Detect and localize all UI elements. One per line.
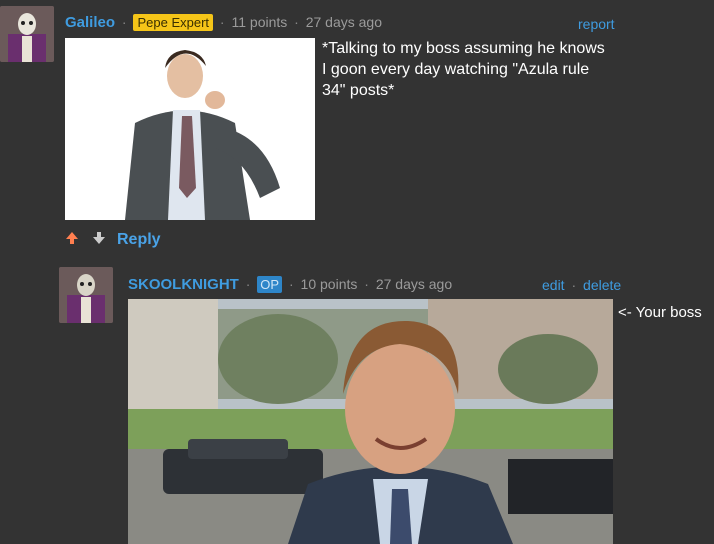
campus-photo — [128, 299, 613, 544]
separator: · — [121, 14, 127, 30]
upvote-arrow-icon[interactable] — [65, 231, 79, 250]
timestamp: 27 days ago — [305, 14, 383, 30]
edit-link[interactable]: edit — [542, 277, 565, 293]
delete-link[interactable]: delete — [583, 277, 621, 293]
flair-badge: Pepe Expert — [133, 14, 214, 31]
separator: · — [364, 276, 369, 292]
points-count: 11 points — [231, 14, 288, 30]
separator: · — [245, 276, 251, 292]
comment1-image[interactable] — [65, 38, 315, 220]
downvote-arrow-icon[interactable] — [92, 231, 106, 250]
timestamp: 27 days ago — [375, 276, 453, 292]
username-galileo[interactable]: Galileo — [65, 14, 115, 31]
comment2-meta: SKOOLKNIGHT · OP · 10 points · 27 days a… — [128, 276, 452, 293]
report-link[interactable]: report — [578, 16, 615, 32]
avatar-galileo[interactable] — [0, 6, 54, 62]
comment1-text: *Talking to my boss assuming he knows I … — [322, 40, 605, 99]
your-boss-caption: <- Your boss — [618, 304, 702, 321]
separator: · — [219, 14, 225, 30]
man-in-suit-photo — [65, 38, 315, 220]
comment1-meta: Galileo · Pepe Expert · 11 points · 27 d… — [65, 14, 382, 31]
username-skoolknight[interactable]: SKOOLKNIGHT — [128, 276, 239, 293]
comment2-image[interactable] — [128, 299, 613, 544]
separator: · — [288, 276, 294, 292]
avatar-skoolknight[interactable] — [59, 267, 113, 323]
points-count: 10 points — [300, 276, 358, 292]
separator: · — [571, 277, 577, 293]
separator: · — [294, 14, 299, 30]
comment2-actions: edit · delete — [542, 277, 621, 293]
reply-button[interactable]: Reply — [117, 231, 161, 249]
op-badge: OP — [257, 276, 283, 293]
